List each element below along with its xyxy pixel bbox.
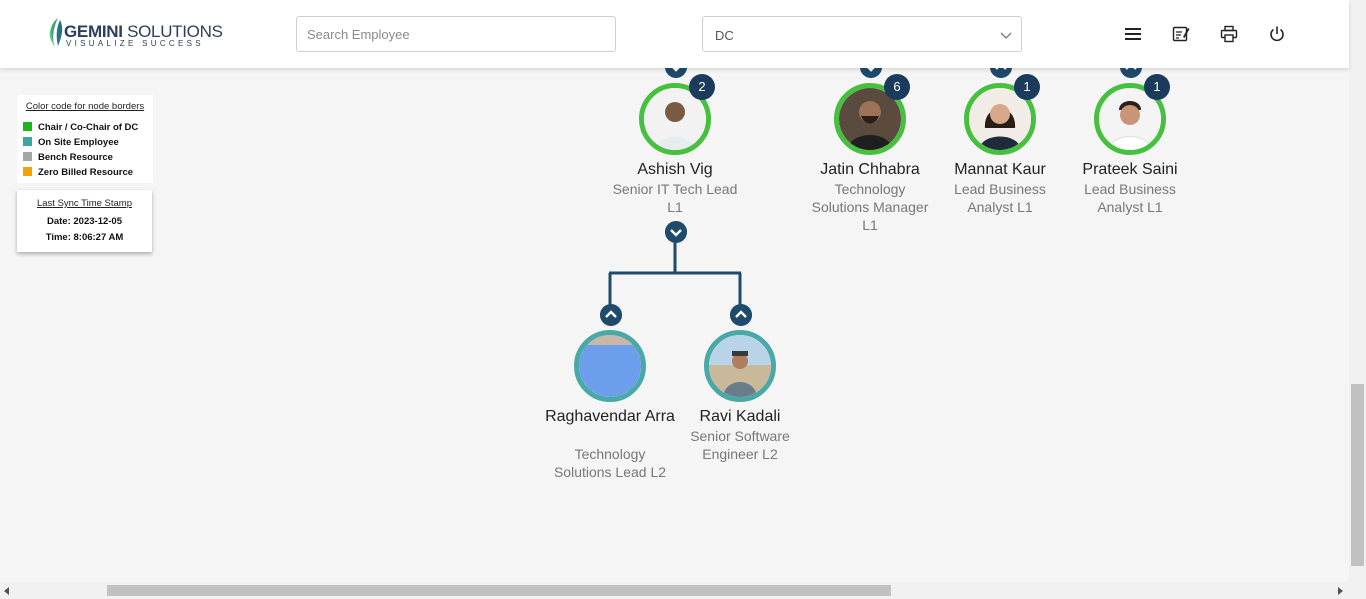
report-count-badge: 1 xyxy=(1144,74,1170,100)
employee-name: Ravi Kadali xyxy=(699,408,781,425)
person-photo-icon xyxy=(709,335,771,397)
employee-role: Senior Software Engineer L2 xyxy=(690,428,790,462)
print-icon[interactable] xyxy=(1220,25,1238,43)
legend-item: Chair / Co-Chair of DC xyxy=(23,120,147,135)
app-header: GEMINI SOLUTIONS VISUALIZE SUCCESS DC xyxy=(0,0,1349,68)
collapse-toggle-icon[interactable] xyxy=(730,304,752,326)
horizontal-scroll-thumb[interactable] xyxy=(107,585,891,596)
sync-time: Time: 8:06:27 AM xyxy=(45,232,124,243)
avatar[interactable] xyxy=(704,330,776,402)
report-count-badge: 6 xyxy=(884,74,910,100)
logo-tagline: VISUALIZE SUCCESS xyxy=(66,39,204,48)
vertical-scroll-thumb[interactable] xyxy=(1351,384,1364,566)
legend-item: Zero Billed Resource xyxy=(23,165,147,180)
vertical-scrollbar[interactable] xyxy=(1349,0,1366,582)
chevron-down-icon xyxy=(1000,32,1012,39)
employee-name: Raghavendar Arra xyxy=(545,408,675,425)
power-icon[interactable] xyxy=(1268,25,1286,43)
person-photo-icon xyxy=(579,335,641,397)
employee-name: Prateek Saini xyxy=(1082,161,1178,178)
gemini-logo[interactable]: GEMINI SOLUTIONS VISUALIZE SUCCESS xyxy=(46,16,223,52)
sync-date: Date: 2023-12-05 xyxy=(47,216,122,227)
collapse-toggle-icon[interactable] xyxy=(600,304,622,326)
menu-icon[interactable] xyxy=(1124,25,1142,43)
legend-swatch xyxy=(23,136,32,146)
legend-label: On Site Employee xyxy=(38,137,119,148)
legend-item: On Site Employee xyxy=(23,135,147,150)
employee-role: Technology Solutions Manager L1 xyxy=(811,181,929,233)
legend-label: Zero Billed Resource xyxy=(38,167,134,178)
employee-name: Ashish Vig xyxy=(637,161,713,178)
employee-role: Lead Business Analyst L1 xyxy=(1084,181,1176,215)
legend-swatch xyxy=(23,121,32,131)
expand-toggle-icon[interactable] xyxy=(665,221,687,243)
employee-role: Technology Solutions Lead L2 xyxy=(553,446,667,480)
avatar[interactable] xyxy=(574,330,646,402)
edit-note-icon[interactable] xyxy=(1172,25,1190,43)
dc-select-value: DC xyxy=(715,28,734,43)
legend-title: Color code for node borders xyxy=(25,101,145,112)
scroll-right-arrow-icon[interactable] xyxy=(1338,587,1344,595)
report-count-badge: 2 xyxy=(689,74,715,100)
legend-label: Bench Resource xyxy=(38,152,113,163)
employee-role: Lead Business Analyst L1 xyxy=(954,181,1046,215)
employee-role: Senior IT Tech Lead L1 xyxy=(612,181,738,215)
search-employee-input[interactable] xyxy=(296,16,616,52)
legend-swatch xyxy=(23,166,32,176)
report-count-badge: 1 xyxy=(1014,74,1040,100)
legend-swatch xyxy=(23,151,32,161)
sync-title: Last Sync Time Stamp xyxy=(36,198,133,209)
employee-name: Jatin Chhabra xyxy=(820,161,920,178)
horizontal-scrollbar[interactable] xyxy=(0,582,1366,599)
legend-item: Bench Resource xyxy=(23,150,147,165)
sync-timestamp-card: Last Sync Time Stamp Date: 2023-12-05 Ti… xyxy=(17,190,152,252)
legend-label: Chair / Co-Chair of DC xyxy=(38,122,139,133)
dc-select[interactable]: DC xyxy=(702,16,1022,52)
node-border-legend: Color code for node borders Chair / Co-C… xyxy=(17,95,153,183)
scroll-left-arrow-icon[interactable] xyxy=(4,587,10,595)
employee-name: Mannat Kaur xyxy=(954,161,1046,178)
